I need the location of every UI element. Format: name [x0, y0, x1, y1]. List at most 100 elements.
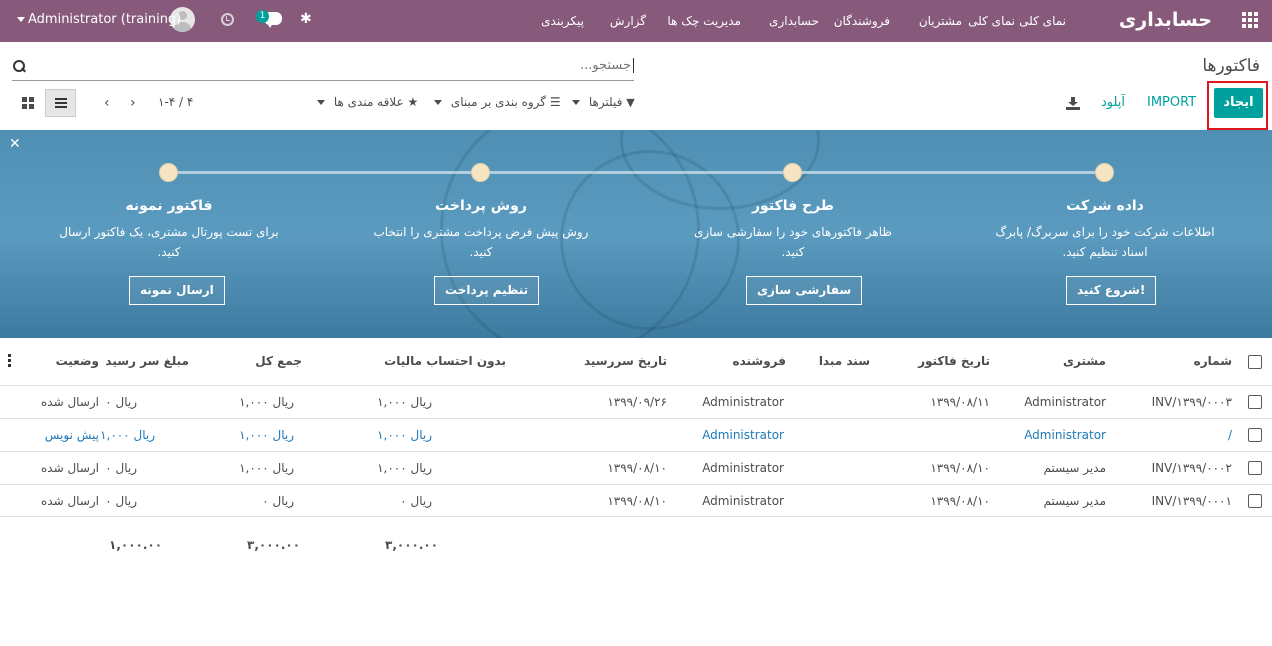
col-source[interactable]: سند مبدا: [819, 354, 870, 368]
cell-number: INV/۱۳۹۹/۰۰۰۳: [1151, 395, 1232, 409]
cell-amount-due: ۰ ریال: [105, 395, 137, 409]
table-row[interactable]: INV/۱۳۹۹/۰۰۰۳ Administrator ۱۳۹۹/۰۸/۱۱ A…: [0, 385, 1272, 418]
cell-salesperson: Administrator: [702, 461, 784, 475]
cell-status: پیش نویس: [44, 428, 99, 442]
menu-overview[interactable]: نمای کلی: [1019, 0, 1066, 42]
cell-total: ۱,۰۰۰ ریال: [239, 461, 294, 475]
row-checkbox[interactable]: [1248, 395, 1262, 409]
step-dot: [783, 163, 802, 182]
debug-bug-icon[interactable]: ✱: [300, 12, 313, 26]
search-box[interactable]: [12, 55, 634, 81]
col-due-date[interactable]: تاریخ سررسید: [584, 354, 667, 368]
group-by-dropdown[interactable]: گروه بندی بر مبنای ☰: [434, 95, 561, 109]
filters-label: فیلترها: [588, 95, 623, 109]
cell-number: /: [1227, 428, 1232, 442]
col-status[interactable]: وضعیت: [56, 354, 99, 368]
download-icon-base: [1066, 107, 1080, 110]
send-sample-button[interactable]: ارسال نمونه: [129, 276, 225, 305]
create-button[interactable]: ایجاد: [1214, 88, 1263, 118]
row-checkbox[interactable]: [1248, 494, 1262, 508]
optional-columns-icon[interactable]: [8, 354, 11, 367]
cell-untaxed: ۱,۰۰۰ ریال: [377, 428, 432, 442]
set-payment-button[interactable]: تنظیم پرداخت: [434, 276, 540, 305]
col-salesperson[interactable]: فروشنده: [733, 354, 787, 368]
menu-vendors[interactable]: فروشندگان: [834, 0, 890, 42]
menu-configuration[interactable]: پیکربندی: [541, 0, 584, 42]
menu-customers[interactable]: مشتریان: [919, 0, 962, 42]
group-by-label: گروه بندی بر مبنای: [450, 95, 547, 109]
favorites-dropdown[interactable]: علاقه مندی ها ★: [317, 95, 418, 109]
cell-status: ارسال شده: [40, 494, 99, 508]
filters-dropdown[interactable]: فیلترها ▼: [572, 95, 635, 109]
search-input[interactable]: [74, 58, 634, 73]
chevron-down-icon: [434, 100, 442, 105]
cell-customer: Administrator: [1024, 428, 1106, 442]
cell-total: ۱,۰۰۰ ریال: [239, 428, 294, 442]
pager-next-icon[interactable]: ›: [130, 95, 136, 111]
col-customer[interactable]: مشتری: [1063, 354, 1106, 368]
top-navbar: حسابداری نمای کلی نمای کلی مشتریان فروشن…: [0, 0, 1272, 42]
upload-button[interactable]: آپلود: [1101, 95, 1125, 110]
col-amount-due[interactable]: مبلغ سر رسید: [105, 354, 189, 368]
app-brand[interactable]: حسابداری: [1119, 0, 1212, 42]
row-checkbox[interactable]: [1248, 428, 1262, 442]
cell-status: ارسال شده: [40, 461, 99, 475]
menu-reporting[interactable]: گزارش: [610, 0, 646, 42]
cell-untaxed: ۱,۰۰۰ ریال: [377, 461, 432, 475]
filter-funnel-icon: ▼: [626, 96, 635, 109]
col-untaxed[interactable]: بدون احتساب مالیات: [384, 354, 506, 368]
cell-salesperson: Administrator: [702, 395, 784, 409]
customize-button[interactable]: سفارشی سازی: [746, 276, 863, 305]
table-row[interactable]: INV/۱۳۹۹/۰۰۰۱ مدیر سیستم ۱۳۹۹/۰۸/۱۰ Admi…: [0, 484, 1272, 517]
pager-prev-icon[interactable]: ‹: [104, 95, 110, 111]
cell-status: ارسال شده: [40, 395, 99, 409]
import-button[interactable]: IMPORT: [1147, 95, 1196, 110]
group-by-icon: ☰: [549, 95, 561, 109]
row-checkbox[interactable]: [1248, 461, 1262, 475]
step-desc-company-data: اطلاعات شرکت خود را برای سربرگ/ پابرگ اس…: [995, 225, 1215, 259]
total-amount-due: ۱,۰۰۰.۰۰: [109, 538, 163, 552]
list-view-button[interactable]: [45, 89, 76, 117]
onboarding-banner: ✕ داده شرکت اطلاعات شرکت خود را برای سرب…: [0, 130, 1272, 338]
select-all-checkbox[interactable]: [1248, 355, 1262, 369]
step-dot: [1095, 163, 1114, 182]
step-dot: [471, 163, 490, 182]
close-icon[interactable]: ✕: [9, 136, 21, 152]
menu-overview-2[interactable]: نمای کلی: [968, 0, 1015, 42]
col-total[interactable]: جمع کل: [255, 354, 302, 368]
cell-amount-due: ۰ ریال: [105, 461, 137, 475]
page-title: فاکتورها: [1202, 56, 1260, 76]
cell-invoice-date: ۱۳۹۹/۰۸/۱۱: [930, 395, 990, 409]
cell-amount-due: ۰ ریال: [105, 494, 137, 508]
start-button[interactable]: شروع کنید!: [1066, 276, 1157, 305]
table-row[interactable]: / Administrator Administrator ۱,۰۰۰ ریال…: [0, 418, 1272, 451]
cell-due-date: ۱۳۹۹/۰۹/۲۶: [607, 395, 667, 409]
cell-total: ۱,۰۰۰ ریال: [239, 395, 294, 409]
table-row[interactable]: INV/۱۳۹۹/۰۰۰۲ مدیر سیستم ۱۳۹۹/۰۸/۱۰ Admi…: [0, 451, 1272, 484]
user-menu-caret-icon[interactable]: [17, 17, 25, 22]
total-untaxed: ۳,۰۰۰.۰۰: [385, 538, 439, 552]
search-icon[interactable]: [12, 59, 26, 73]
step-title-invoice-layout: طرح فاکتور: [752, 198, 834, 214]
col-invoice-date[interactable]: تاریخ فاکتور: [918, 354, 990, 368]
activity-clock-icon[interactable]: [221, 13, 234, 26]
menu-check-management[interactable]: مدیریت چک ها: [667, 0, 741, 42]
messaging-badge: 1: [256, 10, 269, 23]
cell-due-date: ۱۳۹۹/۰۸/۱۰: [607, 461, 667, 475]
col-number[interactable]: شماره: [1194, 354, 1232, 368]
favorites-label: علاقه مندی ها: [333, 95, 404, 109]
menu-accounting[interactable]: حسابداری: [769, 0, 819, 42]
step-title-sample-invoice: فاکتور نمونه: [125, 198, 213, 214]
kanban-view-button[interactable]: [22, 97, 34, 109]
cell-customer: مدیر سیستم: [1043, 461, 1107, 475]
apps-menu-icon[interactable]: [1242, 12, 1258, 28]
cell-invoice-date: ۱۳۹۹/۰۸/۱۰: [930, 461, 990, 475]
pager-value[interactable]: ۱-۴ / ۴: [158, 95, 193, 109]
cell-customer: Administrator: [1024, 395, 1106, 409]
chevron-down-icon: [572, 100, 580, 105]
cell-untaxed: ۱,۰۰۰ ریال: [377, 395, 432, 409]
cell-customer: مدیر سیستم: [1043, 494, 1107, 508]
cell-amount-due: ۱,۰۰۰ ریال: [100, 428, 155, 442]
user-menu[interactable]: Administrator (training): [28, 0, 181, 42]
total-total: ۳,۰۰۰.۰۰: [247, 538, 301, 552]
